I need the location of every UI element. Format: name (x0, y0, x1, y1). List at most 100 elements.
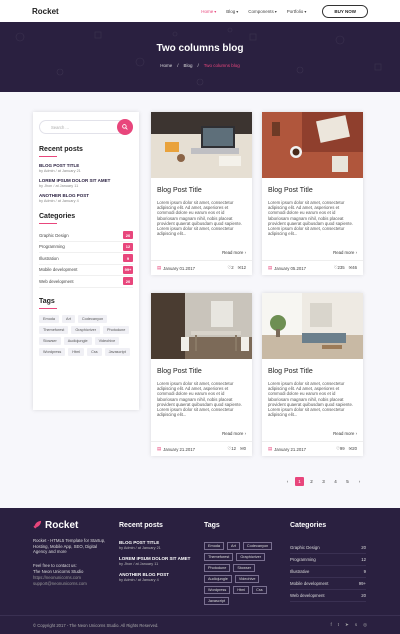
tag[interactable]: Audiojungle (63, 336, 92, 345)
post-image-books[interactable] (262, 112, 363, 178)
tag[interactable]: Html (233, 586, 250, 594)
tag[interactable]: Videohive (234, 575, 260, 583)
nav-item-portfolio[interactable]: Portfolio ▾ (287, 9, 307, 14)
category-name[interactable]: Graphic Design (290, 545, 320, 550)
search-box[interactable]: Search ... (39, 119, 133, 135)
footer-post-item[interactable]: ANOTHER BLOG POST by Admin / at January … (119, 572, 197, 582)
nav-item-blog[interactable]: Blog ▾ (226, 9, 238, 14)
blog-post-card[interactable]: Blog Post Title Lorem ipsum dolor sit am… (151, 112, 252, 275)
footer-post-title[interactable]: BLOG POST TITLE (119, 540, 197, 545)
comments-count[interactable]: ✉20 (349, 446, 357, 452)
post-title[interactable]: Blog Post Title (157, 368, 246, 375)
post-title[interactable]: Blog Post Title (268, 368, 357, 375)
page-button[interactable]: 4 (331, 477, 340, 486)
page-button[interactable]: 1 (295, 477, 304, 486)
footer-category-item[interactable]: Web development 20 (290, 590, 366, 602)
search-button[interactable] (117, 119, 133, 135)
tag[interactable]: Stowser (233, 564, 256, 572)
tag[interactable]: Emoda (39, 314, 60, 323)
search-input[interactable]: Search ... (51, 125, 69, 130)
recent-post-title[interactable]: ANOTHER BLOG POST (39, 193, 133, 198)
category-item[interactable]: Mobile development 99+ (39, 265, 133, 276)
tag[interactable]: Javascript (204, 597, 230, 605)
brand-logo[interactable]: Rocket (32, 7, 59, 16)
tag[interactable]: Html (68, 347, 85, 356)
breadcrumb-home[interactable]: Home (160, 63, 172, 68)
tag[interactable]: Javascript (104, 347, 130, 356)
recent-post-item[interactable]: LOREM IPSUM DOLOR SIT AMET by Jhon / at … (39, 178, 133, 188)
comments-count[interactable]: ✉46 (349, 265, 357, 271)
post-title[interactable]: Blog Post Title (268, 187, 357, 194)
category-name[interactable]: Mobile development (290, 581, 328, 586)
footer-post-item[interactable]: BLOG POST TITLE by Admin / at January 21 (119, 540, 197, 550)
tag[interactable]: Css (252, 586, 267, 594)
footer-post-title[interactable]: ANOTHER BLOG POST (119, 572, 197, 577)
tag[interactable]: Css (87, 347, 102, 356)
category-name[interactable]: Illustration (39, 256, 59, 261)
tag[interactable]: Art (62, 314, 75, 323)
category-name[interactable]: Programming (290, 557, 316, 562)
twitter-icon[interactable]: t (338, 622, 339, 628)
blog-post-card[interactable]: Blog Post Title Lorem ipsum dolor sit am… (262, 293, 363, 456)
tag[interactable]: Codecanyon (242, 542, 273, 550)
category-item[interactable]: Programming 12 (39, 242, 133, 253)
send-icon[interactable]: ➤ (345, 622, 349, 628)
comments-count[interactable]: ✉12 (238, 265, 246, 271)
recent-post-item[interactable]: ANOTHER BLOG POST by Admin / at January … (39, 193, 133, 203)
category-name[interactable]: Mobile development (39, 267, 77, 272)
tag[interactable]: Graphicriver (236, 553, 266, 561)
category-item[interactable]: Web development 20 (39, 276, 133, 288)
tag[interactable]: Themeforest (204, 553, 234, 561)
recent-post-title[interactable]: LOREM IPSUM DOLOR SIT AMET (39, 178, 133, 183)
nav-item-components[interactable]: Components ▾ (248, 9, 277, 14)
tag[interactable]: Art (227, 542, 240, 550)
footer-category-item[interactable]: Mobile development 99+ (290, 578, 366, 590)
likes-count[interactable]: ♡235 (334, 265, 345, 271)
read-more-link[interactable]: Read more › (222, 250, 246, 255)
footer-category-item[interactable]: Illustrative 9 (290, 566, 366, 578)
post-image-livingroom[interactable] (262, 293, 363, 359)
pagination-prev[interactable]: ‹ (283, 477, 292, 486)
page-button[interactable]: 3 (319, 477, 328, 486)
tag[interactable]: Photodune (103, 325, 130, 334)
category-name[interactable]: Web development (39, 279, 74, 284)
read-more-link[interactable]: Read more › (333, 250, 357, 255)
pagination-next[interactable]: › (355, 477, 364, 486)
breadcrumb-blog[interactable]: Blog (183, 63, 192, 68)
tag[interactable]: Wordpress (204, 586, 231, 594)
footer-post-item[interactable]: LOREM IPSUM DOLOR SIT AMET by Jhon / at … (119, 556, 197, 566)
read-more-link[interactable]: Read more › (333, 431, 357, 436)
category-item[interactable]: Graphic Design 20 (39, 230, 133, 242)
tag[interactable]: Themeforest (39, 325, 69, 334)
tag[interactable]: Audiojungle (204, 575, 232, 583)
recent-post-title[interactable]: BLOG POST TITLE (39, 163, 133, 168)
blog-post-card[interactable]: Blog Post Title Lorem ipsum dolor sit am… (151, 293, 252, 456)
post-image-desk[interactable] (151, 112, 252, 178)
likes-count[interactable]: ♡12 (227, 446, 236, 452)
likes-count[interactable]: ♡2 (227, 265, 233, 271)
tag[interactable]: Photodune (204, 564, 231, 572)
facebook-icon[interactable]: f (331, 622, 332, 628)
tag[interactable]: Videohive (94, 336, 120, 345)
tag[interactable]: Stowser (39, 336, 61, 345)
footer-category-item[interactable]: Programming 12 (290, 554, 366, 566)
tag[interactable]: Codecanyon (77, 314, 108, 323)
page-button[interactable]: 5 (343, 477, 352, 486)
nav-item-home[interactable]: Home ▾ (201, 9, 216, 14)
post-title[interactable]: Blog Post Title (157, 187, 246, 194)
tag[interactable]: Graphicriver (71, 325, 101, 334)
recent-post-item[interactable]: BLOG POST TITLE by Admin / at January 21 (39, 163, 133, 173)
skype-icon[interactable]: s (355, 622, 357, 628)
category-name[interactable]: Graphic Design (39, 233, 69, 238)
email-link[interactable]: support@neonunicorns.com (33, 581, 107, 587)
category-item[interactable]: Illustration 9 (39, 253, 133, 265)
category-name[interactable]: Web development (290, 593, 325, 598)
buy-now-button[interactable]: BUY NOW (322, 4, 368, 18)
category-name[interactable]: Illustrative (290, 569, 309, 574)
comments-count[interactable]: ✉0 (240, 446, 246, 452)
footer-category-item[interactable]: Graphic Design 20 (290, 542, 366, 554)
tag[interactable]: Emoda (204, 542, 225, 550)
footer-logo[interactable]: Rocket (33, 520, 78, 531)
tag[interactable]: Wordpress (39, 347, 66, 356)
likes-count[interactable]: ♡99 (336, 446, 345, 452)
